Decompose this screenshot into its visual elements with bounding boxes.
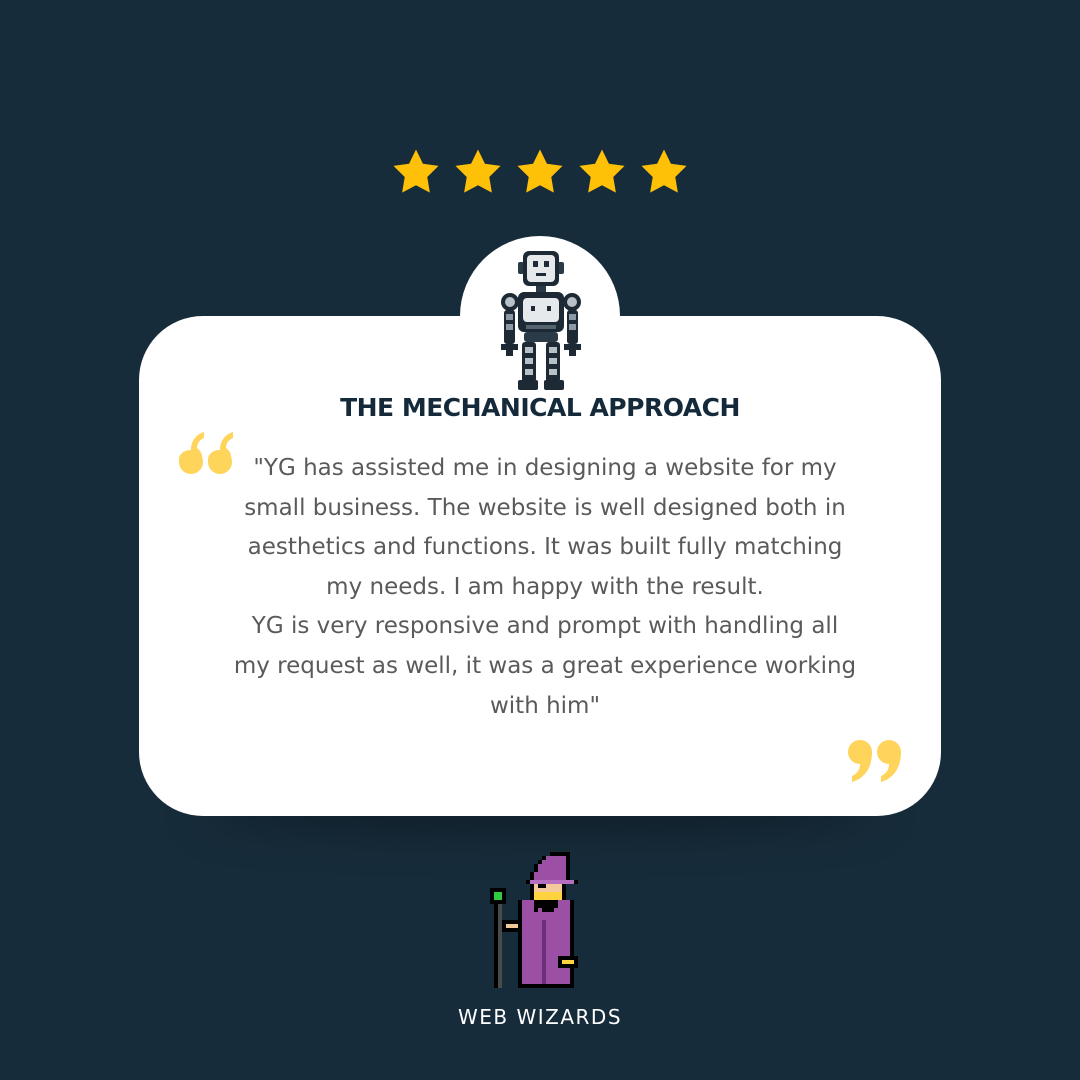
star-icon [452, 146, 504, 198]
brand-name: WEB WIZARDS [457, 1005, 623, 1029]
testimonial-paragraph: YG is very responsive and prompt with ha… [233, 613, 857, 719]
star-icon [390, 146, 442, 198]
testimonial-text: "YG has assisted me in designing a websi… [232, 449, 858, 726]
robot-icon [496, 248, 586, 392]
quote-close-icon [846, 738, 904, 784]
wizard-icon [486, 852, 594, 996]
testimonial-paragraph: "YG has assisted me in designing a websi… [244, 455, 846, 600]
star-icon [514, 146, 566, 198]
star-rating [0, 146, 1080, 198]
quote-open-icon [176, 430, 234, 476]
card-title: THE MECHANICAL APPROACH [340, 393, 740, 422]
star-icon [576, 146, 628, 198]
star-icon [638, 146, 690, 198]
